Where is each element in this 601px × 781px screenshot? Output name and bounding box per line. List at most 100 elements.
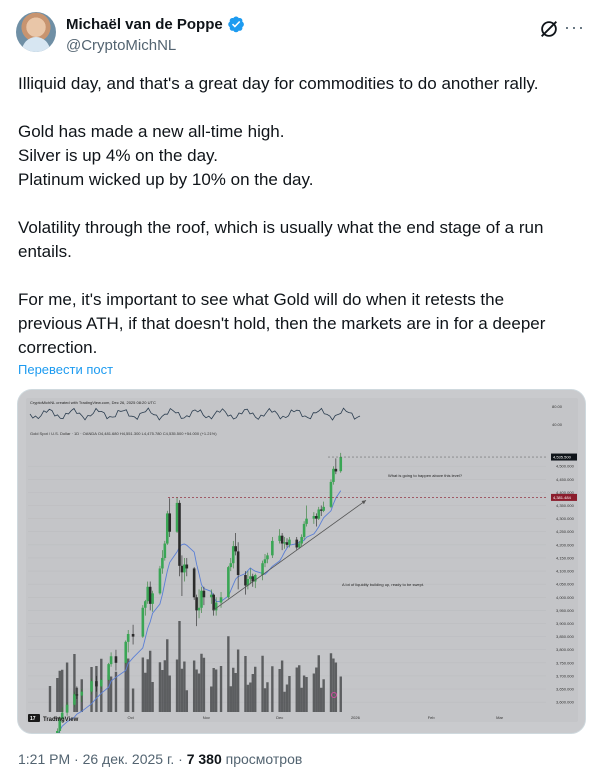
grok-icon[interactable] — [538, 18, 560, 40]
candle-body — [315, 516, 318, 519]
volume-bar — [295, 667, 298, 712]
author-handle[interactable]: @CryptoMichNL — [66, 37, 176, 54]
candle — [158, 565, 162, 595]
y-tick-label: 3,950.000 — [556, 608, 575, 613]
volume-bar — [236, 649, 240, 712]
post-line: entails. — [18, 242, 72, 261]
candle-body — [151, 593, 154, 604]
tweet: Michaël van de Poppe @CryptoMichNL ··· I… — [0, 0, 601, 781]
volume-bar — [131, 688, 135, 712]
y-tick-label: 4,100.000 — [556, 569, 575, 574]
candle-body — [312, 516, 316, 519]
post-line: correction. — [18, 338, 98, 357]
svg-text:17: 17 — [30, 716, 36, 722]
post-meta: 1:21 PM · 26 дек. 2025 г. · 7 380 просмо… — [18, 751, 302, 767]
chart-image[interactable]: CryptoMichNL created with TradingView.co… — [17, 389, 586, 734]
candle-body — [90, 681, 93, 692]
post-time[interactable]: 1:21 PM — [18, 751, 70, 767]
volume-bar — [202, 657, 206, 712]
candle-body — [163, 543, 167, 558]
meta-separator: · — [74, 751, 79, 767]
avatar[interactable] — [16, 12, 56, 52]
candle-body — [295, 539, 299, 548]
candle-body — [200, 590, 203, 608]
volume-bar — [146, 659, 149, 712]
volume-bar — [302, 675, 306, 712]
post-date[interactable]: 26 дек. 2025 г. — [83, 751, 175, 767]
post-text: Illiquid day, and that's a great day for… — [18, 72, 588, 360]
volume-bar — [332, 658, 335, 712]
volume-bar — [312, 673, 316, 712]
author-name[interactable]: Michaël van de Poppe — [66, 16, 223, 33]
candle-body — [231, 546, 235, 564]
candle-body — [56, 730, 59, 733]
volume-bar — [278, 669, 281, 712]
candle-body — [288, 539, 291, 545]
volume-bar — [168, 675, 171, 712]
candle — [192, 567, 196, 600]
volume-bar — [58, 670, 61, 712]
volume-bar — [163, 660, 167, 712]
y-tick-label: 4,300.000 — [556, 516, 575, 521]
volume-bar — [263, 688, 267, 712]
candle-body — [165, 513, 169, 544]
candle-body — [263, 559, 267, 564]
candle-body — [234, 546, 237, 552]
candle-body — [126, 633, 130, 642]
volume-bar — [288, 676, 291, 712]
candle-body — [280, 535, 284, 544]
volume-bar — [210, 686, 213, 712]
candle-body — [278, 535, 281, 541]
verified-badge-icon[interactable] — [227, 15, 245, 33]
candle — [163, 540, 167, 561]
y-tick-label: 4,450.000 — [556, 477, 575, 482]
candle-body — [80, 691, 84, 696]
candle-body — [146, 586, 150, 602]
candle-body — [95, 681, 98, 687]
volume-bar — [261, 655, 264, 712]
y-tick-label: 3,600.000 — [556, 700, 575, 705]
candle — [178, 500, 181, 577]
post-line: Illiquid day, and that's a great day for… — [18, 74, 539, 93]
candle — [124, 640, 128, 665]
more-options-icon[interactable]: ··· — [564, 17, 585, 38]
candle — [329, 479, 333, 509]
post-line: Gold has made a new all-time high. — [18, 122, 285, 141]
volume-bar — [254, 666, 257, 712]
candle-body — [271, 540, 274, 556]
volume-bar — [244, 656, 247, 712]
volume-bar — [144, 672, 147, 712]
translate-post-link[interactable]: Перевести пост — [18, 362, 113, 377]
candle-body — [302, 523, 306, 537]
x-tick-label: Dec — [276, 715, 283, 720]
candle-body — [148, 586, 152, 604]
volume-bar — [183, 661, 186, 712]
indicator-tick: 80.00 — [552, 404, 563, 409]
x-tick-label: Feb — [428, 715, 436, 720]
candle-body — [197, 607, 201, 611]
x-tick-label: Nov — [203, 715, 210, 720]
candle-body — [158, 568, 162, 594]
candle-body — [124, 641, 128, 663]
volume-bar — [339, 676, 342, 712]
post-line: For me, it's important to see what Gold … — [18, 290, 505, 309]
candle-body — [168, 513, 172, 532]
volume-bar — [334, 662, 338, 712]
volume-bar — [192, 660, 196, 712]
candle-body — [266, 555, 269, 560]
candle-body — [185, 564, 189, 569]
volume-bar — [251, 674, 254, 712]
meta-separator: · — [178, 751, 183, 767]
volume-bar — [161, 670, 164, 712]
candle — [107, 662, 110, 682]
price-tag-label: 4,535.500 — [553, 455, 572, 460]
candle-body — [227, 567, 230, 598]
candle-body — [175, 502, 179, 532]
volume-bar — [48, 686, 52, 712]
candle-body — [249, 576, 252, 579]
volume-bar — [180, 668, 184, 712]
volume-bar — [320, 687, 323, 712]
y-tick-label: 3,750.000 — [556, 660, 575, 665]
candle-body — [180, 565, 184, 573]
volume-bar — [61, 669, 64, 712]
